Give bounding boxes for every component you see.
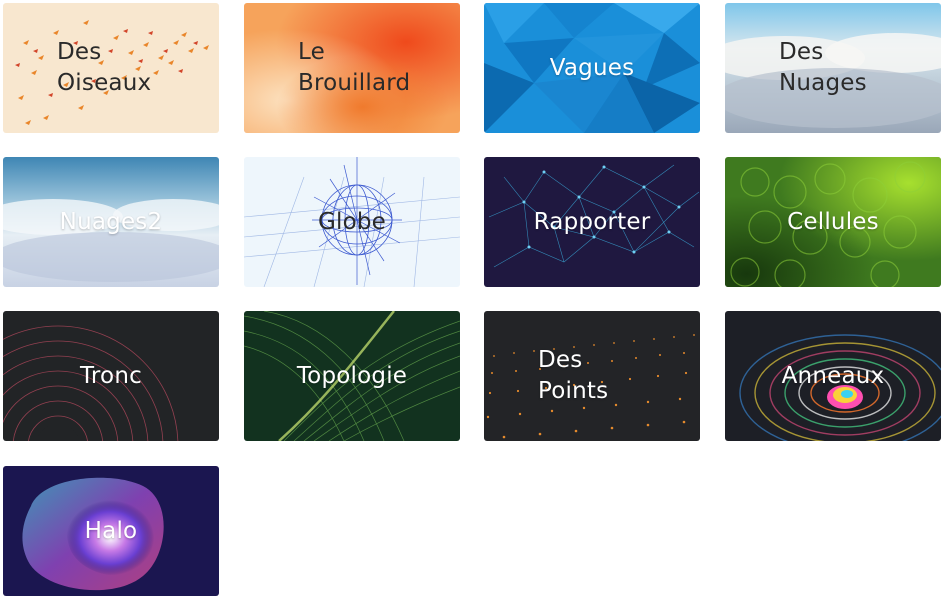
effects-gallery: Des Oiseaux Le Brouillard Vagues Des Nua…	[0, 0, 944, 600]
card-brouillard[interactable]: Le Brouillard	[244, 3, 460, 133]
card-halo-title: Halo	[84, 517, 138, 544]
card-oiseaux[interactable]: Des Oiseaux	[3, 3, 219, 133]
card-brouillard-title: Le Brouillard	[298, 39, 411, 96]
card-points-title: Des Points	[538, 347, 609, 404]
card-globe[interactable]: Globe	[244, 157, 460, 287]
card-anneaux-title: Anneaux	[781, 362, 885, 389]
card-cellules-title: Cellules	[787, 208, 879, 235]
card-halo[interactable]: Halo	[3, 466, 219, 596]
card-anneaux[interactable]: Anneaux	[725, 311, 941, 441]
card-rapporter-title: Rapporter	[533, 208, 651, 235]
card-tronc-title: Tronc	[80, 362, 142, 389]
card-points[interactable]: Des Points	[484, 311, 700, 441]
card-nuages-title: Des Nuages	[779, 39, 867, 96]
card-oiseaux-title: Des Oiseaux	[57, 39, 152, 96]
card-vagues-title: Vagues	[549, 54, 635, 81]
card-cellules[interactable]: Cellules	[725, 157, 941, 287]
card-topologie-title: Topologie	[296, 362, 408, 389]
card-rapporter[interactable]: Rapporter	[484, 157, 700, 287]
card-vagues[interactable]: Vagues	[484, 3, 700, 133]
card-nuages2[interactable]: Nuages2	[3, 157, 219, 287]
card-tronc[interactable]: Tronc	[3, 311, 219, 441]
card-topologie[interactable]: Topologie	[244, 311, 460, 441]
card-nuages2-title: Nuages2	[59, 208, 163, 235]
card-globe-title: Globe	[317, 208, 387, 235]
card-nuages[interactable]: Des Nuages	[725, 3, 941, 133]
